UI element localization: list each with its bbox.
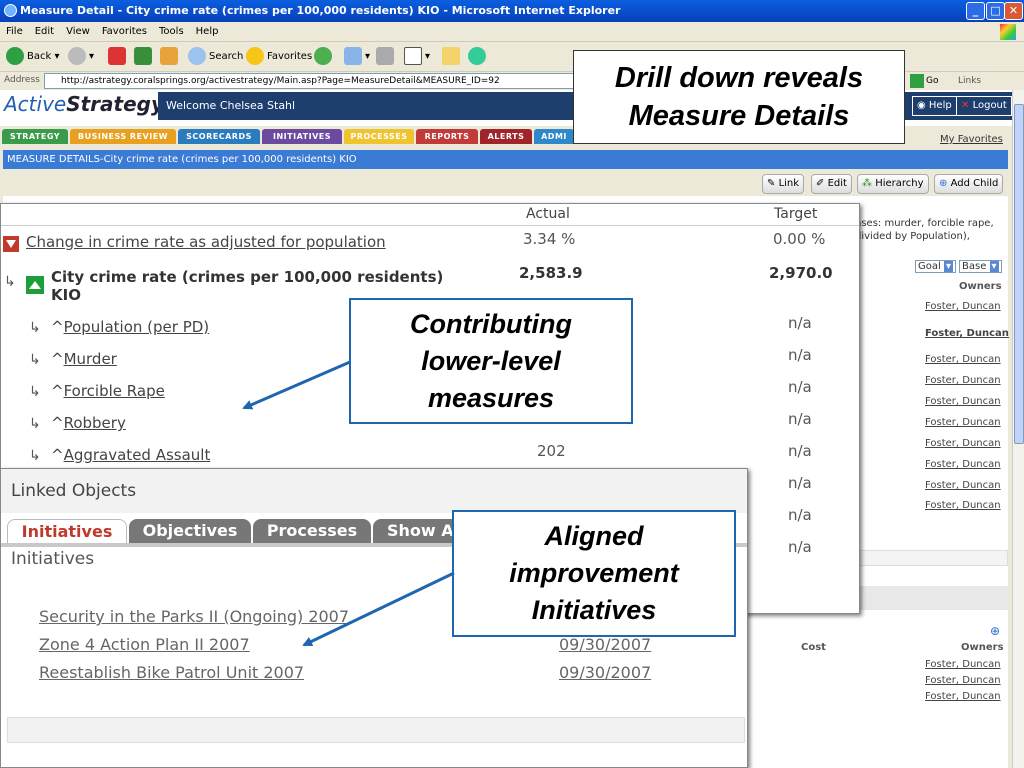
callout-arrows xyxy=(242,360,455,647)
arrow-to-initiatives xyxy=(302,571,455,647)
arrow-to-measures xyxy=(242,360,351,410)
